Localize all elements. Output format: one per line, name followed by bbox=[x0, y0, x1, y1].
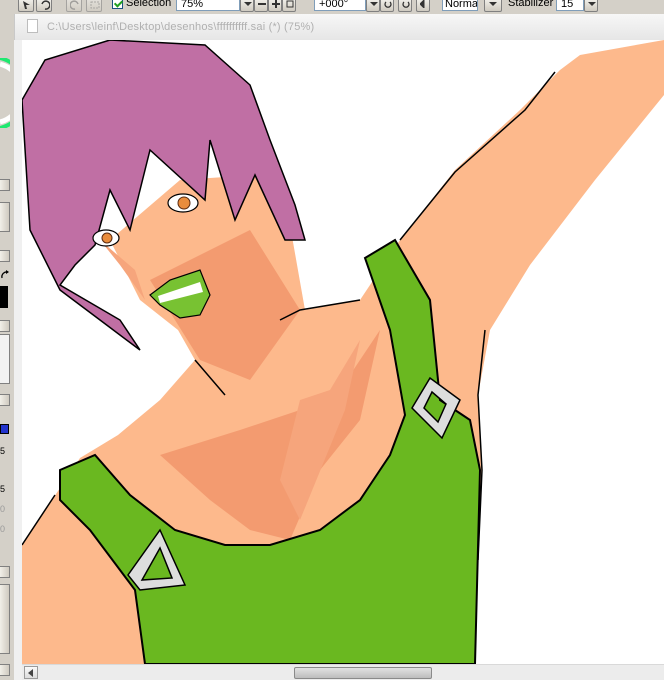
panel-number: 0 bbox=[0, 504, 6, 514]
undo-icon bbox=[41, 0, 50, 10]
zoom-out-button[interactable] bbox=[254, 0, 268, 12]
character-artwork bbox=[22, 40, 664, 664]
panel-number: 0 bbox=[0, 524, 6, 534]
rotation-select[interactable]: +000° bbox=[314, 0, 366, 11]
panel-scrollbar[interactable] bbox=[0, 584, 10, 654]
panel-number: 5 bbox=[0, 484, 6, 494]
rotate-right-button[interactable] bbox=[398, 0, 412, 12]
flip-button[interactable] bbox=[416, 0, 430, 12]
deselect-icon bbox=[90, 1, 100, 9]
scroll-left-button[interactable] bbox=[24, 666, 38, 679]
panel-button[interactable] bbox=[0, 566, 10, 578]
document-title: C:\Users\leinf\Desktop\desenhos\ffffffff… bbox=[47, 21, 315, 33]
stabilizer-dropdown-button[interactable] bbox=[584, 0, 598, 12]
select-tool-button[interactable] bbox=[18, 0, 34, 12]
chevron-down-icon bbox=[588, 2, 596, 6]
zoom-select[interactable]: 75% bbox=[176, 0, 240, 11]
document-title-bar[interactable]: C:\Users\leinf\Desktop\desenhos\ffffffff… bbox=[14, 14, 664, 40]
panel-dropdown-button[interactable] bbox=[0, 250, 10, 262]
deselect-button[interactable] bbox=[86, 0, 102, 12]
toolbar: Selection 75% +000° Normal Stabilizer 15 bbox=[0, 0, 664, 14]
swap-colors-icon[interactable] bbox=[0, 270, 10, 280]
color-wheel[interactable] bbox=[0, 58, 10, 128]
zoom-reset-button[interactable] bbox=[282, 0, 296, 12]
panel-dropdown-button[interactable] bbox=[0, 394, 10, 406]
rotate-right-icon bbox=[402, 1, 410, 8]
panel-slider[interactable] bbox=[0, 202, 10, 232]
rotate-left-icon bbox=[384, 1, 392, 8]
foreground-color-swatch[interactable] bbox=[0, 286, 8, 308]
chevron-down-icon bbox=[244, 2, 252, 6]
selection-label: Selection bbox=[126, 0, 172, 9]
selection-checkbox[interactable] bbox=[112, 0, 123, 9]
panel-scroll-button[interactable] bbox=[0, 179, 10, 191]
left-tool-panel: 5 5 0 0 bbox=[0, 14, 14, 680]
scroll-thumb[interactable] bbox=[294, 667, 432, 679]
undo-button[interactable] bbox=[36, 0, 52, 12]
document-window: C:\Users\leinf\Desktop\desenhos\ffffffff… bbox=[14, 14, 664, 680]
horizontal-scrollbar[interactable] bbox=[22, 664, 664, 680]
blend-mode-select[interactable]: Normal bbox=[442, 0, 478, 11]
zoom-dropdown-button[interactable] bbox=[240, 0, 254, 12]
drawing-canvas[interactable] bbox=[22, 40, 664, 664]
chevron-down-icon bbox=[370, 2, 378, 6]
arrow-icon bbox=[23, 1, 30, 9]
panel-number: 5 bbox=[0, 446, 6, 456]
stabilizer-select[interactable]: 15 bbox=[556, 0, 584, 11]
color-chip[interactable] bbox=[0, 424, 9, 434]
panel-button[interactable] bbox=[0, 320, 10, 332]
panel-list[interactable] bbox=[0, 334, 10, 384]
redo-icon bbox=[70, 0, 79, 10]
document-icon bbox=[27, 19, 38, 33]
flip-icon bbox=[420, 0, 425, 8]
stabilizer-label: Stabilizer bbox=[508, 0, 554, 9]
zoom-in-button[interactable] bbox=[268, 0, 282, 12]
rotate-left-button[interactable] bbox=[380, 0, 394, 12]
rotation-dropdown-button[interactable] bbox=[366, 0, 380, 12]
arrow-left-icon bbox=[28, 669, 33, 677]
left-iris bbox=[101, 232, 113, 244]
right-iris bbox=[177, 196, 191, 210]
panel-button[interactable] bbox=[0, 664, 10, 676]
redo-button[interactable] bbox=[66, 0, 82, 12]
plus-icon bbox=[272, 0, 280, 8]
blend-mode-dropdown-button[interactable] bbox=[484, 0, 502, 12]
minus-icon bbox=[258, 3, 266, 5]
reset-icon bbox=[286, 0, 294, 8]
chevron-down-icon bbox=[489, 2, 497, 6]
